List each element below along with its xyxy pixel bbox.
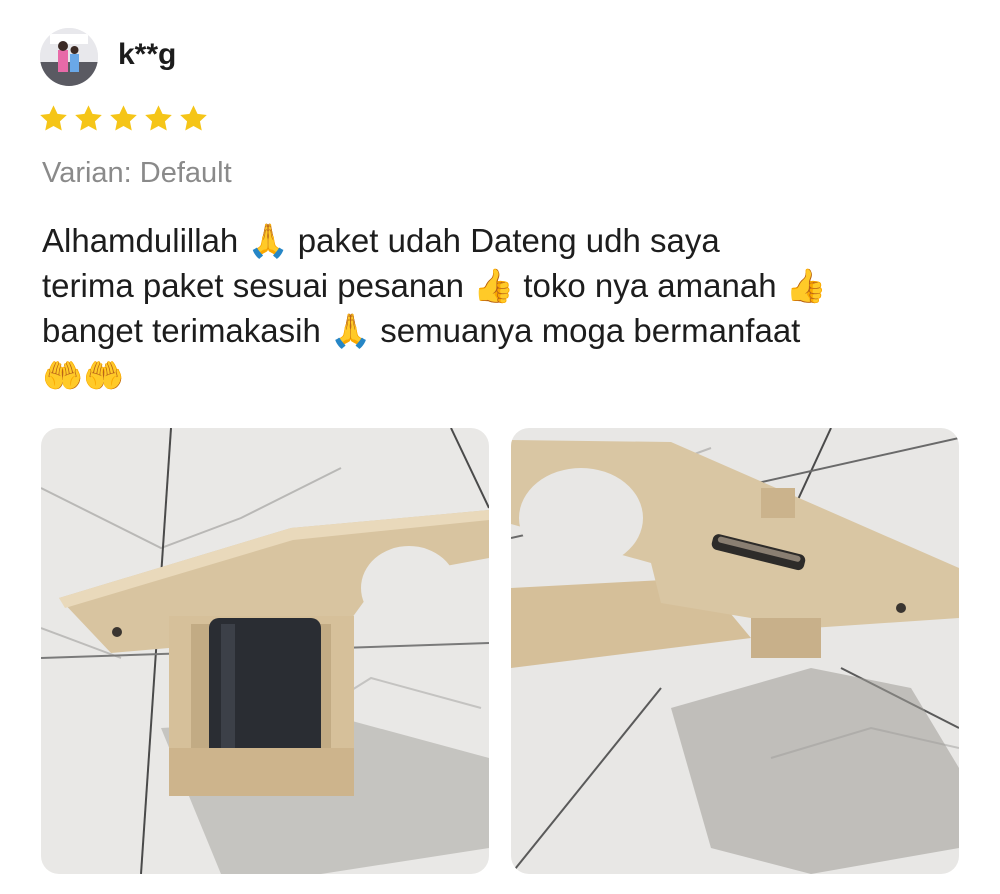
review-text-segment: banget terimakasih [42,312,321,349]
review-text-segment: Alhamdulillah [42,222,239,259]
reviewer-name[interactable]: k**g [118,38,176,72]
thumbs-up-icon: 👍 [785,267,827,304]
star-icon [145,105,172,131]
review-line-3: banget terimakasih 🙏 semuanya moga berma… [42,308,982,353]
review-line-4: 🤲🤲 [42,353,982,398]
product-photo-icon [41,428,489,874]
star-icon [40,105,67,131]
star-icon [75,105,102,131]
pray-icon: 🙏 [247,222,289,259]
review-text-segment: terima paket sesuai pesanan [42,267,464,304]
star-icon [110,105,137,131]
review-photo-2[interactable] [511,428,959,874]
pray-icon: 🙏 [330,312,372,349]
review-text: Alhamdulillah 🙏 paket udah Dateng udh sa… [42,218,982,398]
review-line-1: Alhamdulillah 🙏 paket udah Dateng udh sa… [42,218,982,263]
avatar-icon [40,28,98,86]
user-avatar[interactable] [40,28,98,86]
open-hands-icon: 🤲🤲 [42,357,125,394]
review-photo-1[interactable] [41,428,489,874]
rating-stars [38,103,209,134]
product-photo-icon [511,428,959,874]
thumbs-up-icon: 👍 [473,267,515,304]
star-icon [180,105,207,131]
review-text-segment: toko nya amanah [523,267,777,304]
review-text-segment: semuanya moga bermanfaat [380,312,801,349]
review-line-2: terima paket sesuai pesanan 👍 toko nya a… [42,263,982,308]
variant-label: Varian: Default [42,157,232,189]
review-text-segment: paket udah Dateng udh saya [297,222,720,259]
